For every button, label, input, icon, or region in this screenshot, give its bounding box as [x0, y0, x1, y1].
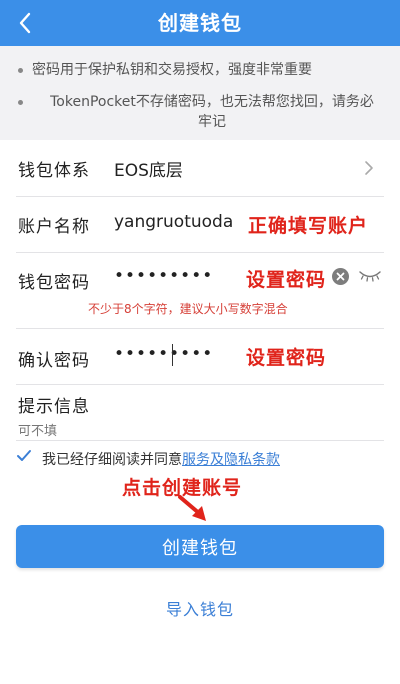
password-label: 钱包密码	[18, 273, 90, 293]
bullet-icon	[18, 68, 23, 73]
clear-input-button[interactable]	[332, 268, 349, 285]
notice-line-2: TokenPocket不存储密码，也无法帮您找回，请务必 牢记	[30, 92, 394, 132]
annotation-confirm: 设置密码	[246, 347, 327, 369]
check-icon	[17, 450, 31, 461]
notice-line-2a: TokenPocket不存储密码，也无法帮您找回，请务必	[50, 94, 374, 110]
annotation-password: 设置密码	[246, 269, 327, 291]
confirm-password-row: 确认密码 •••••••••	[16, 328, 384, 385]
arrow-down-right-icon	[178, 495, 206, 521]
account-name-input[interactable]: yangruotuoda	[114, 212, 233, 232]
agree-checkbox[interactable]	[16, 449, 32, 467]
create-wallet-button[interactable]: 创建钱包	[16, 525, 384, 568]
password-row: 钱包密码 ••••••••• 不少于8个字符，建议大小写数字混合	[16, 252, 384, 329]
confirm-password-input[interactable]: •••••••••	[114, 344, 213, 364]
confirm-password-label: 确认密码	[18, 351, 90, 371]
account-name-label: 账户名称	[18, 217, 90, 237]
notice-line-2b: 牢记	[198, 114, 226, 130]
agreement: 我已经仔细阅读并同意服务及隐私条款	[16, 446, 384, 472]
wallet-system-row[interactable]: 钱包体系 EOS底层	[16, 140, 384, 197]
toggle-visibility-button[interactable]	[358, 268, 382, 282]
annotation-account: 正确填写账户	[248, 215, 369, 237]
notice-line-1: 密码用于保护私钥和交易授权，强度非常重要	[32, 62, 312, 78]
password-hint: 不少于8个字符，建议大小写数字混合	[88, 302, 288, 316]
chevron-right-icon	[365, 161, 373, 175]
close-circle-icon	[332, 268, 349, 285]
eye-closed-icon	[359, 271, 381, 282]
prompt-info-row[interactable]: 提示信息 可不填	[16, 384, 384, 441]
agreement-label: 我已经仔细阅读并同意	[42, 452, 182, 468]
prompt-info-label: 提示信息	[18, 397, 90, 417]
text-cursor	[172, 344, 173, 366]
terms-link[interactable]: 服务及隐私条款	[182, 452, 280, 468]
wallet-system-value: EOS底层	[114, 161, 183, 181]
page-title: 创建钱包	[158, 11, 242, 35]
bullet-icon	[18, 100, 23, 105]
password-input[interactable]: •••••••••	[114, 266, 213, 286]
agreement-text: 我已经仔细阅读并同意服务及隐私条款	[42, 449, 280, 469]
wallet-system-label: 钱包体系	[18, 161, 90, 181]
header: 创建钱包	[0, 0, 400, 46]
security-notice: 密码用于保护私钥和交易授权，强度非常重要 TokenPocket不存储密码，也无…	[0, 46, 400, 140]
prompt-info-placeholder: 可不填	[18, 424, 58, 439]
import-wallet-link[interactable]: 导入钱包	[0, 596, 400, 620]
